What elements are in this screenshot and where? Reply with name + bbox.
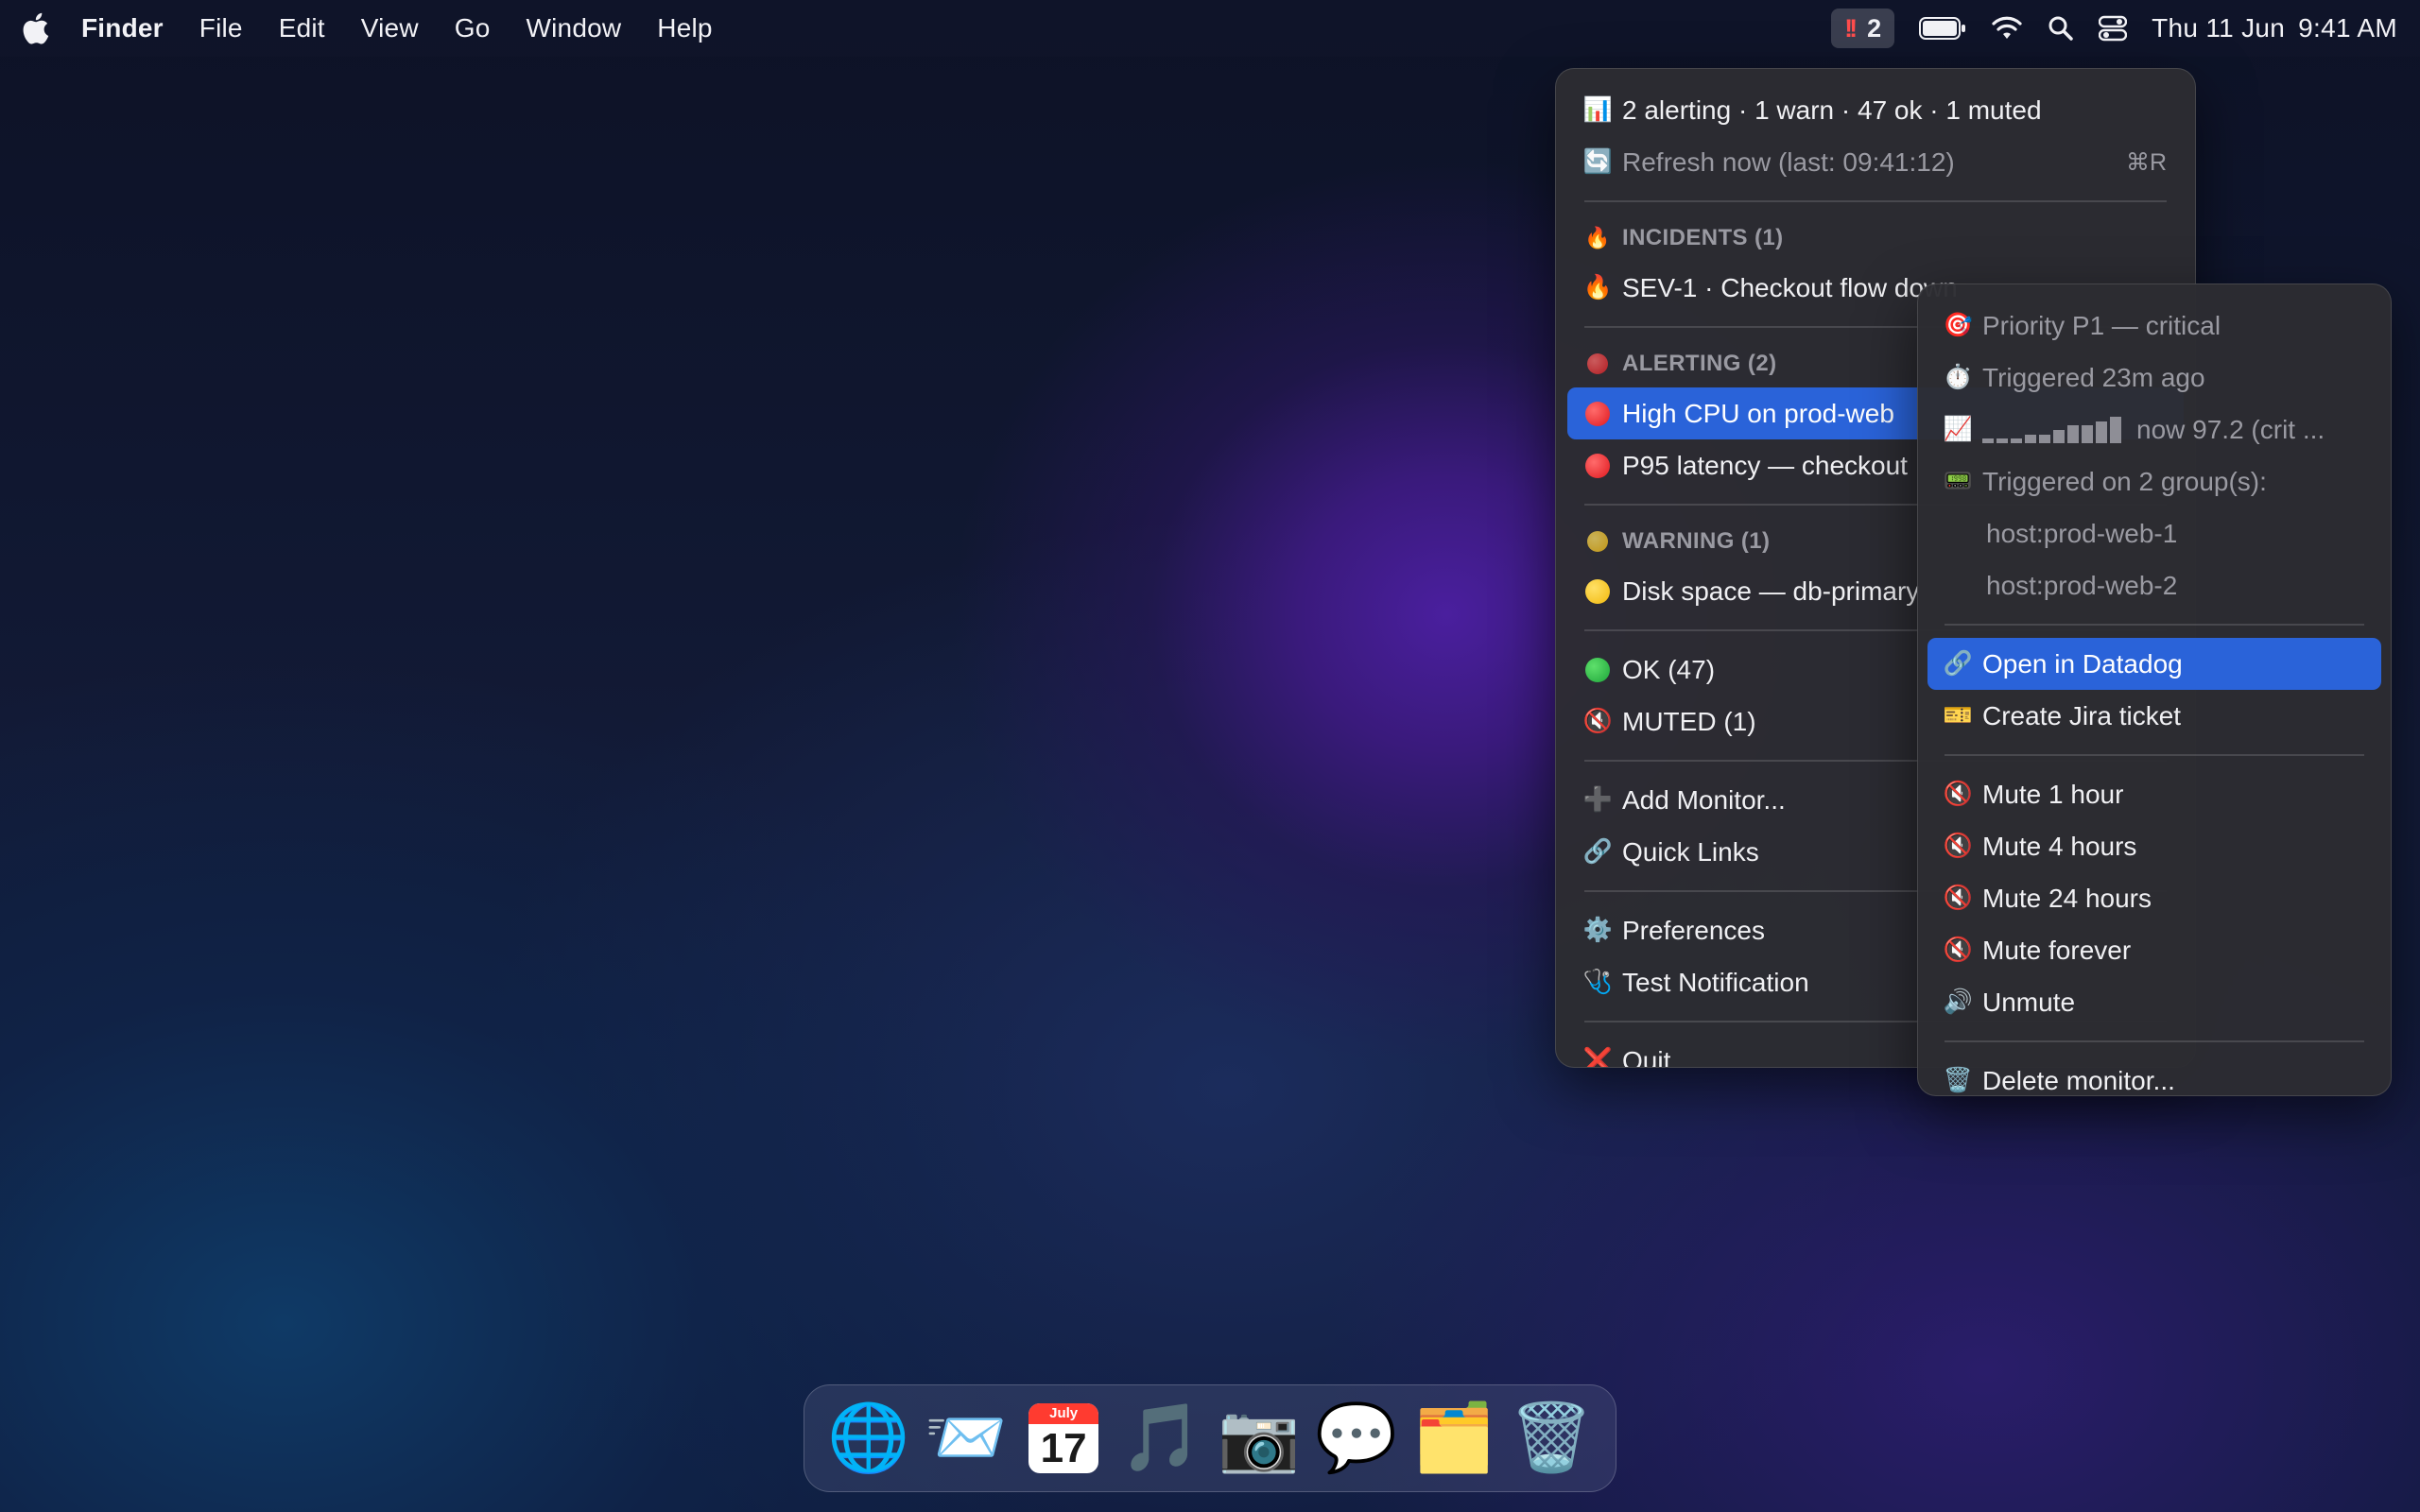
dock-files-icon[interactable]: 🗂️ (1412, 1397, 1495, 1480)
fire-icon: 🔥 (1582, 274, 1613, 301)
group-item-prod-web-1[interactable]: host:prod-web-1 (1927, 507, 2381, 559)
separator (1945, 1040, 2364, 1042)
alert-count: 2 (1867, 13, 1882, 43)
gear-icon: ⚙️ (1582, 917, 1613, 943)
sparkline-bar (1982, 438, 1994, 443)
muted-speaker-icon: 🔇 (1943, 885, 1973, 911)
summary-item[interactable]: 📊 2 alerting · 1 warn · 47 ok · 1 muted (1567, 84, 2184, 136)
yellow-dot-icon (1587, 531, 1608, 552)
cpu-sparkline (1982, 416, 2121, 443)
trash-icon: 🗑️ (1943, 1067, 1973, 1093)
refresh-shortcut: ⌘R (2125, 148, 2167, 176)
speaker-icon: 🔊 (1943, 988, 1973, 1015)
menu-bar-clock[interactable]: Thu 11 Jun 9:41 AM (2152, 13, 2397, 43)
dock-messages-icon[interactable]: 💬 (1315, 1397, 1398, 1480)
sparkline-bar (1996, 438, 2008, 443)
mute-24-hours-item[interactable]: 🔇 Mute 24 hours (1927, 872, 2381, 924)
sparkline-item: 📈 now 97.2 (crit ... (1927, 404, 2381, 455)
target-icon: 🎯 (1943, 312, 1973, 338)
red-dot-icon (1585, 453, 1610, 478)
green-dot-icon (1585, 657, 1610, 682)
red-dot-icon (1585, 401, 1610, 426)
link-icon: 🔗 (1943, 650, 1973, 677)
calendar-month: July (1028, 1403, 1099, 1424)
muted-speaker-icon: 🔇 (1582, 708, 1613, 734)
menu-bar: Finder File Edit View Go Window Help !! … (0, 0, 2420, 57)
unmute-item[interactable]: 🔊 Unmute (1927, 976, 2381, 1028)
link-icon: 🔗 (1582, 838, 1613, 865)
menu-bar-right: !! 2 Thu 11 Jun 9:41 AM (1831, 0, 2420, 57)
muted-speaker-icon: 🔇 (1943, 781, 1973, 807)
dock-mail-icon[interactable]: 📨 (925, 1397, 1008, 1480)
separator (1945, 624, 2364, 626)
incidents-header: 🔥 INCIDENTS (1) (1584, 225, 1784, 250)
separator (1945, 754, 2364, 756)
priority-item: 🎯 Priority P1 — critical (1943, 310, 2221, 340)
double-exclamation-icon: !! (1844, 13, 1858, 43)
chart-increasing-icon: 📈 (1943, 416, 1973, 442)
menu-edit[interactable]: Edit (279, 13, 325, 43)
sparkline-bar (2096, 421, 2107, 443)
wifi-icon[interactable] (1991, 16, 2023, 41)
create-jira-ticket-item[interactable]: 🎫 Create Jira ticket (1927, 690, 2381, 742)
ticket-icon: 🎫 (1943, 702, 1973, 729)
spotlight-search-icon[interactable] (2048, 15, 2074, 42)
menu-help[interactable]: Help (657, 13, 712, 43)
group-item-prod-web-2[interactable]: host:prod-web-2 (1927, 559, 2381, 611)
sparkline-bar (2053, 429, 2065, 443)
dock-browser-globe-icon[interactable]: 🌐 (827, 1397, 910, 1480)
refresh-now-item[interactable]: 🔄 Refresh now (last: 09:41:12) ⌘R (1567, 136, 2184, 188)
red-dot-icon (1587, 353, 1608, 374)
dock-music-icon[interactable]: 🎵 (1119, 1397, 1202, 1480)
fire-icon: 🔥 (1584, 226, 1611, 249)
app-menu-finder[interactable]: Finder (81, 13, 164, 43)
apple-menu-icon[interactable] (21, 12, 49, 44)
sparkline-bar (2039, 434, 2050, 443)
dock-camera-icon[interactable]: 📷 (1218, 1397, 1301, 1480)
dock: 🌐 📨 July 17 🎵 📷 💬 🗂️ 🗑️ (804, 1384, 1616, 1492)
sparkline-bar (2025, 434, 2036, 443)
bar-chart-icon: 📊 (1582, 96, 1613, 123)
mute-1-hour-item[interactable]: 🔇 Mute 1 hour (1927, 768, 2381, 820)
mute-4-hours-item[interactable]: 🔇 Mute 4 hours (1927, 820, 2381, 872)
monitor-submenu: 🎯 Priority P1 — critical ⏱️ Triggered 23… (1917, 284, 2392, 1096)
menu-window[interactable]: Window (527, 13, 622, 43)
dock-calendar-icon[interactable]: July 17 (1022, 1397, 1105, 1480)
clock-date: Thu 11 Jun (2152, 13, 2286, 43)
sparkline-bar (2011, 438, 2022, 443)
pager-icon: 📟 (1943, 468, 1973, 494)
groups-label-item: 📟 Triggered on 2 group(s): (1943, 466, 2267, 496)
menu-file[interactable]: File (199, 13, 243, 43)
stopwatch-icon: ⏱️ (1943, 364, 1973, 390)
datadog-status-item[interactable]: !! 2 (1831, 9, 1895, 48)
menu-view[interactable]: View (361, 13, 419, 43)
sparkline-bar (2067, 424, 2079, 443)
red-x-icon: ❌ (1582, 1047, 1613, 1068)
control-center-icon[interactable] (2099, 15, 2128, 42)
mute-forever-item[interactable]: 🔇 Mute forever (1927, 924, 2381, 976)
yellow-dot-icon (1585, 578, 1610, 604)
delete-monitor-item[interactable]: 🗑️ Delete monitor... (1927, 1055, 2381, 1107)
plus-icon: ➕ (1582, 786, 1613, 813)
muted-speaker-icon: 🔇 (1943, 936, 1973, 963)
battery-icon[interactable] (1919, 16, 1966, 41)
sparkline-now-value: now 97.2 (crit ... (2136, 414, 2325, 444)
triggered-time-item: ⏱️ Triggered 23m ago (1943, 362, 2205, 392)
menu-go[interactable]: Go (455, 13, 491, 43)
muted-speaker-icon: 🔇 (1943, 833, 1973, 859)
refresh-icon: 🔄 (1582, 148, 1613, 175)
dock-trash-icon[interactable]: 🗑️ (1510, 1397, 1593, 1480)
separator (1584, 200, 2167, 202)
calendar-day: 17 (1040, 1425, 1087, 1471)
sparkline-bar (2082, 424, 2093, 443)
clock-time: 9:41 AM (2298, 13, 2397, 43)
sparkline-bar (2110, 416, 2121, 443)
open-in-datadog-item[interactable]: 🔗 Open in Datadog (1927, 638, 2381, 690)
menu-bar-left: Finder File Edit View Go Window Help (0, 0, 749, 57)
stethoscope-icon: 🩺 (1582, 969, 1613, 995)
